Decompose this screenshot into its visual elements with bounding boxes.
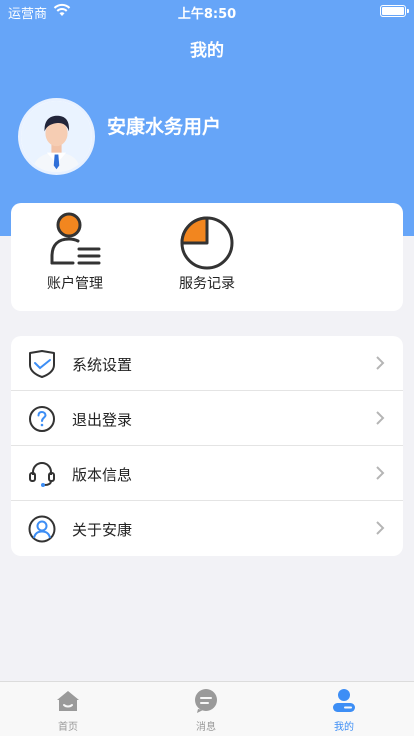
shield-check-icon xyxy=(29,350,55,378)
chevron-right-icon xyxy=(376,356,385,370)
menu-label: 关于安康 xyxy=(72,521,133,539)
menu-label: 版本信息 xyxy=(72,466,133,484)
menu-item-about[interactable]: 关于安康 xyxy=(11,501,403,556)
menu-label: 退出登录 xyxy=(72,411,133,429)
menu-label: 系统设置 xyxy=(72,356,133,374)
user-avatar-icon xyxy=(21,101,92,172)
tab-profile[interactable]: 我的 xyxy=(309,688,379,733)
quick-actions-card: 账户管理 服务记录 xyxy=(11,203,403,311)
chevron-right-icon xyxy=(376,466,385,480)
tab-label: 我的 xyxy=(334,722,354,733)
username: 安康水务用户 xyxy=(107,116,222,138)
chevron-right-icon xyxy=(376,521,385,535)
profile-icon xyxy=(333,689,355,712)
status-time: 上午8:50 xyxy=(177,7,237,22)
tab-home[interactable]: 首页 xyxy=(33,688,103,733)
home-icon xyxy=(57,691,79,711)
tab-bar: 首页 消息 我的 xyxy=(0,681,414,736)
tab-label: 消息 xyxy=(196,722,216,733)
menu-item-version-info[interactable]: 版本信息 xyxy=(11,446,403,501)
battery-icon xyxy=(380,5,409,17)
account-management-label: 账户管理 xyxy=(47,276,103,292)
tab-messages[interactable]: 消息 xyxy=(171,688,241,733)
status-bar: 运营商 上午8:50 xyxy=(0,0,414,22)
menu-item-logout[interactable]: 退出登录 xyxy=(11,391,403,446)
service-records-label: 服务记录 xyxy=(179,276,235,292)
settings-menu: 系统设置 退出登录 版本信息 关于安康 xyxy=(11,336,403,556)
menu-item-system-settings[interactable]: 系统设置 xyxy=(11,336,403,391)
user-list-icon xyxy=(50,212,101,265)
headset-icon xyxy=(29,461,55,487)
avatar[interactable] xyxy=(18,98,95,175)
chevron-right-icon xyxy=(376,411,385,425)
account-management-button[interactable]: 账户管理 xyxy=(35,211,115,293)
question-circle-icon xyxy=(29,406,55,432)
tab-label: 首页 xyxy=(58,722,78,733)
page-title: 我的 xyxy=(190,41,224,61)
service-records-button[interactable]: 服务记录 xyxy=(167,211,247,293)
pie-chart-icon xyxy=(180,216,234,270)
message-icon xyxy=(195,689,217,713)
user-circle-icon xyxy=(28,515,56,543)
